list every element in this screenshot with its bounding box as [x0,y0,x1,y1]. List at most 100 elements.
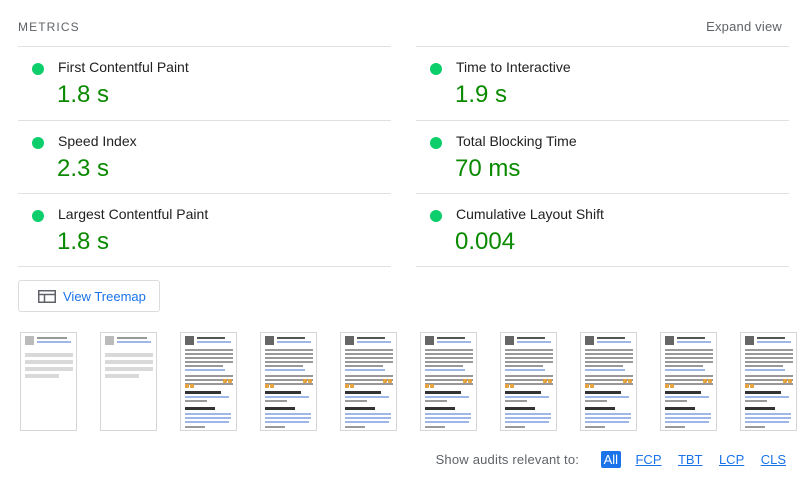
thumbnail-detail [185,369,225,371]
thumbnail-detail [265,396,309,398]
thumbnail-detail [185,407,215,410]
view-treemap-button[interactable]: View Treemap [18,280,160,312]
filter-tbt[interactable]: TBT [676,452,705,467]
status-dot-icon [32,210,44,222]
thumbnail-detail [117,341,151,343]
thumbnail-detail [425,400,447,402]
thumbnail-detail [270,384,274,388]
expand-view-toggle[interactable]: Expand view [706,19,782,34]
thumbnail-detail [265,384,269,388]
metric-value: 1.8 s [57,228,110,255]
thumbnail-detail [105,336,114,345]
filter-all[interactable]: All [600,451,622,469]
thumbnail-detail [665,349,713,351]
metric-value: 1.8 s [57,81,110,108]
thumbnail-detail [505,357,553,359]
metric-value: 70 ms [455,155,521,182]
thumbnail-detail [677,341,711,343]
thumbnail-detail [517,341,551,343]
thumbnail-detail [185,426,205,428]
thumbnail-detail [425,426,445,428]
thumbnail-detail [665,365,703,367]
thumbnail-detail [505,336,514,345]
thumbnail-detail [510,384,514,388]
thumbnail-detail [665,400,687,402]
thumbnail-detail [228,379,232,383]
metric-value: 2.3 s [57,155,110,182]
thumbnail-detail [357,341,391,343]
thumbnail-detail [37,337,67,339]
thumbnail-detail [783,379,787,383]
thumbnail-detail [468,379,472,383]
status-dot-icon [32,63,44,75]
status-dot-icon [32,137,44,149]
section-title: METRICS [18,20,80,34]
thumbnail-detail [117,337,147,339]
filter-lcp[interactable]: LCP [717,452,746,467]
thumbnail-detail [185,400,207,402]
thumbnail-detail [350,384,354,388]
thumbnail-detail [345,413,391,415]
metric-total-blocking-time: Total Blocking Time 70 ms [416,120,789,194]
thumbnail-detail [585,369,625,371]
thumbnail-detail [265,421,309,423]
thumbnail-detail [505,400,527,402]
thumbnail-detail [425,421,469,423]
thumbnail-detail [505,365,543,367]
thumbnail-detail [585,396,629,398]
thumbnail-detail [223,379,227,383]
thumbnail-detail [585,357,633,359]
thumbnail-detail [345,336,354,345]
status-dot-icon [430,63,442,75]
thumbnail-detail [265,375,313,377]
thumbnail-detail [265,400,287,402]
thumbnail-detail [590,384,594,388]
thumbnail-detail [345,369,385,371]
thumbnail-detail [585,349,633,351]
metric-label: Total Blocking Time [456,133,577,149]
thumbnail-detail [585,365,623,367]
thumbnail-detail [388,379,392,383]
thumbnail-detail [185,349,233,351]
metric-label: First Contentful Paint [58,59,189,75]
thumbnail-detail [345,396,389,398]
thumbnail-detail [745,421,789,423]
metric-first-contentful-paint: First Contentful Paint 1.8 s [18,46,391,120]
thumbnail-detail [745,336,754,345]
thumbnail-detail [425,365,463,367]
thumbnail-detail [265,426,285,428]
thumbnail-detail [505,369,545,371]
thumbnail-detail [585,375,633,377]
screenshot-filmstrip [20,332,797,432]
filter-cls[interactable]: CLS [759,452,788,467]
filter-fcp[interactable]: FCP [633,452,663,467]
thumbnail-detail [623,379,627,383]
thumbnail-detail [463,379,467,383]
thumbnail-detail [265,407,295,410]
thumbnail-detail [265,361,313,363]
thumbnail-detail [665,396,709,398]
thumbnail-detail [745,413,791,415]
metric-value: 1.9 s [455,81,508,108]
thumbnail-detail [585,426,605,428]
thumbnail-detail [37,341,71,343]
thumbnail-detail [745,357,793,359]
thumbnail-detail [345,353,393,355]
thumbnail-detail [585,400,607,402]
thumbnail-detail [185,336,194,345]
thumbnail-detail [105,367,153,371]
thumbnail-detail [425,375,473,377]
thumbnail-detail [425,369,465,371]
thumbnail-detail [25,353,73,357]
thumbnail-detail [585,421,629,423]
thumbnail-detail [345,426,365,428]
thumbnail-detail [745,426,765,428]
filmstrip-frame [340,332,397,431]
metric-speed-index: Speed Index 2.3 s [18,120,391,194]
metric-label: Cumulative Layout Shift [456,206,604,222]
thumbnail-detail [357,337,385,339]
thumbnail-detail [345,375,393,377]
thumbnail-detail [665,417,711,419]
thumbnail-detail [105,353,153,357]
thumbnail-detail [425,413,471,415]
